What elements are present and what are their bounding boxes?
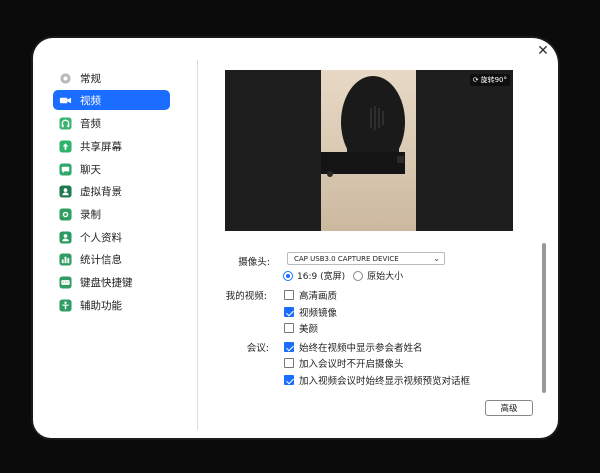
sidebar-item-label: 虚拟背景 bbox=[80, 185, 122, 198]
chevron-down-icon: ⌄ bbox=[433, 254, 440, 263]
sidebar-item-audio[interactable]: 音频 bbox=[53, 113, 170, 133]
meeting-label: 会议: bbox=[246, 343, 269, 354]
sidebar-item-label: 统计信息 bbox=[80, 253, 122, 266]
option-show-preview-dialog[interactable]: 加入视频会议时始终显示视频预览对话框 bbox=[284, 373, 470, 387]
record-icon bbox=[59, 207, 72, 221]
sidebar-item-share-screen[interactable]: 共享屏幕 bbox=[53, 136, 170, 156]
settings-sidebar: 常规 视频 音频 共享屏幕 聊天 虚拟背景 录制 个人资料 统计信息 键盘快捷键… bbox=[47, 60, 198, 430]
sidebar-item-label: 辅助功能 bbox=[80, 299, 122, 312]
checkbox[interactable] bbox=[284, 342, 294, 352]
settings-window: ✕ 常规 视频 音频 共享屏幕 聊天 虚拟背景 录制 个人资料 统计信息 键盘快… bbox=[33, 38, 558, 438]
gear-icon bbox=[59, 72, 72, 85]
option-mirror-video[interactable]: 视频镜像 bbox=[284, 305, 337, 319]
checkbox[interactable] bbox=[284, 290, 294, 300]
camera-label: 摄像头: bbox=[238, 257, 270, 268]
my-video-label: 我的视频: bbox=[225, 291, 267, 302]
sidebar-item-video[interactable]: 视频 bbox=[53, 90, 170, 110]
sidebar-item-label: 共享屏幕 bbox=[80, 140, 122, 153]
sidebar-item-label: 视频 bbox=[80, 94, 101, 107]
video-preview: ⟳ 旋转90° bbox=[225, 70, 513, 231]
sidebar-item-general[interactable]: 常规 bbox=[53, 68, 170, 88]
headphones-icon bbox=[59, 116, 72, 130]
sidebar-item-label: 常规 bbox=[80, 72, 101, 85]
keyboard-icon bbox=[59, 275, 72, 289]
close-icon[interactable]: ✕ bbox=[536, 44, 550, 58]
sidebar-item-label: 录制 bbox=[80, 208, 101, 221]
sidebar-item-label: 个人资料 bbox=[80, 231, 122, 244]
checkbox[interactable] bbox=[284, 323, 294, 333]
accessibility-icon bbox=[59, 298, 72, 312]
radio-16-9[interactable] bbox=[283, 270, 293, 281]
video-camera-icon bbox=[59, 94, 72, 107]
option-touch-up[interactable]: 美颜 bbox=[284, 321, 318, 335]
statistics-icon bbox=[59, 252, 72, 266]
sidebar-item-statistics[interactable]: 统计信息 bbox=[53, 249, 170, 269]
sidebar-item-label: 聊天 bbox=[80, 163, 101, 176]
option-hd-video[interactable]: 高清画质 bbox=[284, 288, 337, 302]
person-background-icon bbox=[59, 184, 72, 198]
aspect-ratio-group: 16:9 (宽屏) 原始大小 bbox=[283, 269, 403, 282]
profile-icon bbox=[59, 230, 72, 244]
sidebar-item-recording[interactable]: 录制 bbox=[53, 204, 170, 224]
scrollbar[interactable] bbox=[542, 243, 546, 393]
sidebar-item-profile[interactable]: 个人资料 bbox=[53, 227, 170, 247]
camera-select[interactable]: CAP USB3.0 CAPTURE DEVICE ⌄ bbox=[287, 252, 445, 265]
advanced-button[interactable]: 高级 bbox=[485, 400, 533, 416]
camera-preview-image bbox=[321, 70, 416, 231]
option-camera-off-on-join[interactable]: 加入会议时不开启摄像头 bbox=[284, 356, 404, 370]
radio-original-size[interactable] bbox=[353, 270, 364, 281]
sidebar-item-label: 音频 bbox=[80, 117, 101, 130]
sidebar-item-virtual-background[interactable]: 虚拟背景 bbox=[53, 181, 170, 201]
option-show-names[interactable]: 始终在视频中显示参会者姓名 bbox=[284, 340, 423, 354]
sidebar-item-label: 键盘快捷键 bbox=[80, 276, 133, 289]
chat-icon bbox=[59, 162, 72, 176]
sidebar-item-chat[interactable]: 聊天 bbox=[53, 159, 170, 179]
sidebar-item-accessibility[interactable]: 辅助功能 bbox=[53, 295, 170, 315]
sidebar-item-keyboard-shortcuts[interactable]: 键盘快捷键 bbox=[53, 272, 170, 292]
rotate-button[interactable]: ⟳ 旋转90° bbox=[469, 74, 510, 86]
rotate-icon: ⟳ bbox=[472, 76, 479, 84]
checkbox[interactable] bbox=[284, 358, 294, 368]
checkbox[interactable] bbox=[284, 307, 294, 317]
checkbox[interactable] bbox=[284, 375, 294, 385]
share-screen-icon bbox=[59, 139, 72, 153]
